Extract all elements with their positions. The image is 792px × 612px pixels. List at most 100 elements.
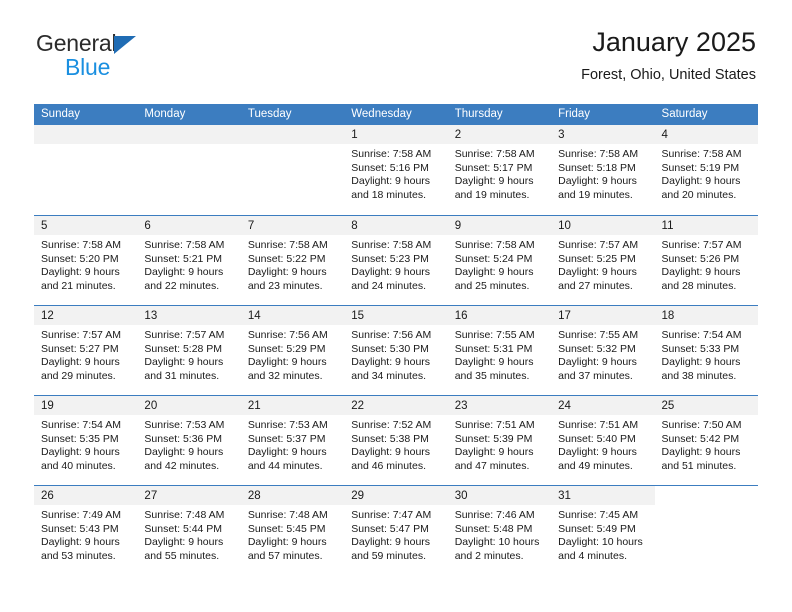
calendar-day-cell[interactable]: 14 Sunrise: 7:56 AM Sunset: 5:29 PM Dayligh…: [240, 306, 345, 395]
day-detail-line: Daylight: 9 hours: [661, 175, 741, 188]
day-detail-line: Sunset: 5:42 PM: [661, 432, 740, 445]
day-detail-line: Sunrise: 7:55 AM: [558, 329, 639, 341]
day-detail-line: and 40 minutes.: [41, 459, 116, 472]
day-number-bar: 20: [137, 396, 241, 415]
day-detail-lines: Sunrise: 7:48 AM Sunset: 5:45 PM Daylight:…: [241, 505, 344, 563]
day-detail-line: Sunrise: 7:53 AM: [247, 419, 328, 431]
day-detail-line: Sunset: 5:18 PM: [558, 161, 636, 174]
day-number-bar: 15: [344, 306, 448, 325]
calendar-day-cell[interactable]: 17 Sunrise: 7:55 AM Sunset: 5:32 PM Dayligh…: [551, 306, 655, 395]
day-detail-line: Sunset: 5:48 PM: [454, 522, 533, 535]
day-number: 10: [558, 220, 571, 232]
day-detail-line: Daylight: 9 hours: [144, 356, 224, 369]
calendar-day-cell[interactable]: 13 Sunrise: 7:57 AM Sunset: 5:28 PM Dayligh…: [137, 306, 241, 395]
calendar-day-cell[interactable]: 6 Sunrise: 7:58 AM Sunset: 5:21 PM Daylight…: [137, 216, 241, 305]
day-detail-lines: Sunrise: 7:58 AM Sunset: 5:23 PM Daylight:…: [344, 235, 447, 293]
calendar-day-cell[interactable]: 5 Sunrise: 7:58 AM Sunset: 5:20 PM Daylight…: [34, 216, 138, 305]
day-detail-lines: Sunrise: 7:58 AM Sunset: 5:24 PM Daylight:…: [448, 235, 551, 293]
calendar-day-cell[interactable]: 12 Sunrise: 7:57 AM Sunset: 5:27 PM Dayligh…: [34, 306, 138, 395]
brand-logo[interactable]: General Blue: [36, 30, 236, 84]
day-number: 20: [144, 400, 158, 412]
calendar-day-cell[interactable]: 4 Sunrise: 7:58 AM Sunset: 5:19 PM Daylight…: [654, 125, 758, 215]
weekday-header-sunday: Sunday: [41, 108, 81, 120]
calendar-day-cell[interactable]: 22 Sunrise: 7:52 AM Sunset: 5:38 PM Dayligh…: [344, 396, 448, 485]
calendar-day-cell[interactable]: 7 Sunrise: 7:58 AM Sunset: 5:22 PM Daylight…: [240, 216, 345, 305]
day-detail-line: Sunrise: 7:50 AM: [661, 419, 742, 431]
day-number: 30: [454, 490, 468, 502]
calendar-day-cell[interactable]: 29 Sunrise: 7:47 AM Sunset: 5:47 PM Dayligh…: [344, 486, 448, 575]
calendar-week-row: 5 Sunrise: 7:58 AM Sunset: 5:20 PM Daylight…: [34, 215, 758, 305]
calendar-day-cell[interactable]: 10 Sunrise: 7:57 AM Sunset: 5:25 PM Dayligh…: [551, 216, 655, 305]
day-detail-lines: Sunrise: 7:52 AM Sunset: 5:38 PM Daylight:…: [344, 415, 447, 473]
day-number-bar: 22: [344, 396, 448, 415]
day-detail-line: Sunrise: 7:57 AM: [144, 329, 225, 341]
day-detail-line: Sunrise: 7:57 AM: [661, 239, 742, 251]
day-detail-line: Sunrise: 7:58 AM: [661, 148, 742, 160]
day-detail-lines: Sunrise: 7:58 AM Sunset: 5:20 PM Daylight:…: [34, 235, 137, 293]
calendar-day-cell[interactable]: 15 Sunrise: 7:56 AM Sunset: 5:30 PM Dayligh…: [344, 306, 448, 395]
day-number: 6: [144, 220, 151, 232]
day-detail-line: Sunrise: 7:58 AM: [558, 148, 639, 160]
calendar-day-cell[interactable]: 24 Sunrise: 7:51 AM Sunset: 5:40 PM Dayligh…: [551, 396, 655, 485]
calendar-day-cell[interactable]: 18 Sunrise: 7:54 AM Sunset: 5:33 PM Dayligh…: [654, 306, 758, 395]
day-detail-line: Sunset: 5:47 PM: [351, 522, 429, 535]
calendar-week-row: 19 Sunrise: 7:54 AM Sunset: 5:35 PM Dayligh…: [34, 395, 758, 485]
weekday-header-friday: Friday: [558, 108, 591, 120]
calendar-empty-cell: [240, 125, 345, 215]
calendar-weeks: 1 Sunrise: 7:58 AM Sunset: 5:16 PM Daylight…: [34, 125, 758, 575]
title-block: January 2025 Forest, Ohio, United States: [581, 26, 756, 85]
calendar-day-cell[interactable]: 3 Sunrise: 7:58 AM Sunset: 5:18 PM Daylight…: [551, 125, 655, 215]
calendar-day-cell[interactable]: 1 Sunrise: 7:58 AM Sunset: 5:16 PM Daylight…: [344, 125, 448, 215]
weekday-header-monday: Monday: [144, 108, 186, 120]
calendar-day-cell[interactable]: 9 Sunrise: 7:58 AM Sunset: 5:24 PM Daylight…: [447, 216, 552, 305]
calendar-day-cell[interactable]: 23 Sunrise: 7:51 AM Sunset: 5:39 PM Dayligh…: [447, 396, 552, 485]
day-detail-line: Sunset: 5:25 PM: [558, 252, 636, 265]
day-detail-line: Daylight: 9 hours: [454, 175, 534, 188]
day-detail-line: and 23 minutes.: [247, 279, 323, 292]
day-detail-lines: Sunrise: 7:58 AM Sunset: 5:21 PM Daylight:…: [137, 235, 240, 293]
day-detail-line: and 21 minutes.: [41, 279, 116, 292]
day-detail-line: and 25 minutes.: [454, 279, 530, 292]
day-detail-lines: Sunrise: 7:57 AM Sunset: 5:27 PM Daylight:…: [34, 325, 137, 383]
day-detail-lines: Sunrise: 7:51 AM Sunset: 5:39 PM Daylight:…: [448, 415, 551, 473]
day-detail-line: Sunrise: 7:49 AM: [41, 509, 121, 521]
day-detail-line: and 59 minutes.: [351, 549, 426, 562]
calendar-day-cell[interactable]: 16 Sunrise: 7:55 AM Sunset: 5:31 PM Dayligh…: [447, 306, 552, 395]
day-detail-line: Daylight: 9 hours: [41, 356, 120, 369]
calendar-day-cell[interactable]: 31 Sunrise: 7:45 AM Sunset: 5:49 PM Dayligh…: [551, 486, 655, 575]
day-number-bar: 30: [447, 486, 552, 505]
day-number-bar: 24: [551, 396, 655, 415]
day-detail-line: Sunrise: 7:58 AM: [41, 239, 121, 251]
day-detail-line: Daylight: 9 hours: [454, 356, 534, 369]
day-number-bar: 13: [137, 306, 241, 325]
calendar-day-cell[interactable]: 28 Sunrise: 7:48 AM Sunset: 5:45 PM Dayligh…: [240, 486, 345, 575]
day-detail-line: and 34 minutes.: [351, 369, 426, 382]
day-detail-line: Daylight: 9 hours: [558, 266, 637, 279]
day-detail-line: and 42 minutes.: [144, 459, 220, 472]
calendar-day-cell[interactable]: 21 Sunrise: 7:53 AM Sunset: 5:37 PM Dayligh…: [240, 396, 345, 485]
day-number-bar: 26: [34, 486, 138, 505]
weekday-header-tuesday: Tuesday: [247, 108, 292, 120]
day-number: 7: [247, 220, 255, 232]
day-number: 25: [661, 400, 675, 412]
calendar-day-cell[interactable]: 25 Sunrise: 7:50 AM Sunset: 5:42 PM Dayligh…: [654, 396, 758, 485]
day-detail-line: Sunset: 5:16 PM: [351, 161, 429, 174]
calendar-day-cell[interactable]: 27 Sunrise: 7:48 AM Sunset: 5:44 PM Dayligh…: [137, 486, 241, 575]
day-detail-line: and 44 minutes.: [247, 459, 323, 472]
calendar-day-cell[interactable]: 2 Sunrise: 7:58 AM Sunset: 5:17 PM Daylight…: [447, 125, 552, 215]
calendar-day-cell[interactable]: 8 Sunrise: 7:58 AM Sunset: 5:23 PM Daylight…: [344, 216, 448, 305]
calendar-day-cell[interactable]: 19 Sunrise: 7:54 AM Sunset: 5:35 PM Dayligh…: [34, 396, 138, 485]
day-number-bar: 17: [551, 306, 655, 325]
calendar-day-cell[interactable]: 30 Sunrise: 7:46 AM Sunset: 5:48 PM Dayligh…: [447, 486, 552, 575]
day-detail-line: Sunset: 5:44 PM: [144, 522, 223, 535]
day-detail-lines: Sunrise: 7:51 AM Sunset: 5:40 PM Daylight:…: [551, 415, 654, 473]
day-detail-line: Sunset: 5:49 PM: [558, 522, 636, 535]
day-detail-lines: Sunrise: 7:58 AM Sunset: 5:18 PM Daylight:…: [551, 144, 654, 202]
calendar-day-cell[interactable]: 26 Sunrise: 7:49 AM Sunset: 5:43 PM Dayligh…: [34, 486, 138, 575]
day-detail-line: Daylight: 9 hours: [144, 266, 224, 279]
calendar-day-cell[interactable]: 20 Sunrise: 7:53 AM Sunset: 5:36 PM Dayligh…: [137, 396, 241, 485]
day-number-bar: 19: [34, 396, 138, 415]
calendar-day-cell[interactable]: 11 Sunrise: 7:57 AM Sunset: 5:26 PM Dayligh…: [654, 216, 758, 305]
day-detail-line: Daylight: 9 hours: [454, 266, 534, 279]
day-detail-line: Daylight: 9 hours: [661, 446, 741, 459]
